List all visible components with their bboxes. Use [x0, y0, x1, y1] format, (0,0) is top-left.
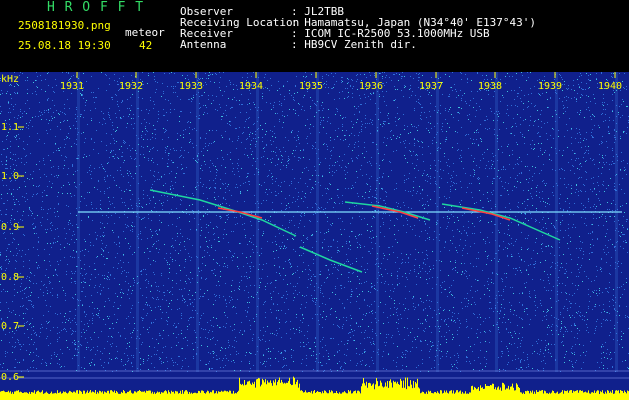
- minute-stripe-1932: [136, 72, 139, 372]
- minute-stripe-1936: [376, 72, 379, 372]
- minute-stripe-1935: [316, 72, 319, 372]
- meteor-label: meteor: [125, 26, 165, 39]
- app-logo: H R O F F T: [47, 0, 145, 15]
- minute-stripe-1940: [615, 72, 618, 372]
- y-tick-label: 1.0: [1, 171, 19, 182]
- x-tick-label: 1932: [119, 81, 143, 92]
- x-tick-label: 1931: [60, 81, 84, 92]
- header-panel: H R O F F T 2508181930.png 25.08.18 19:3…: [0, 0, 629, 72]
- x-tick-label: 1939: [538, 81, 562, 92]
- spectrogram: 1931 1932 1933 1934 1935 1936 1937 1938 1939 1940…: [0, 72, 629, 400]
- minute-stripe-1933: [196, 72, 199, 372]
- minute-stripe-1931: [77, 72, 80, 372]
- antenna-label: Antenna: [180, 38, 227, 51]
- minute-stripe-1939: [555, 72, 558, 372]
- y-tick-label: 0.8: [1, 272, 19, 283]
- datetime-label: 25.08.18 19:30: [18, 39, 111, 52]
- x-tick-label: 1940: [598, 81, 622, 92]
- x-tick-label: 1936: [359, 81, 383, 92]
- x-tick-label: 1938: [478, 81, 502, 92]
- antenna-value: : HB9CV Zenith dir.: [291, 38, 417, 51]
- x-tick-label: 1937: [419, 81, 443, 92]
- x-tick-label: 1933: [179, 81, 203, 92]
- minute-stripe-1934: [256, 72, 259, 372]
- y-tick-label: 0.6: [1, 372, 19, 383]
- meteor-count: 42: [139, 39, 153, 52]
- minute-stripe-1937: [436, 72, 439, 372]
- y-tick-label: 1.1: [1, 122, 19, 133]
- x-tick-label: 1934: [239, 81, 263, 92]
- minute-stripe-1938: [495, 72, 498, 372]
- y-tick-label: 0.9: [1, 222, 19, 233]
- y-unit-label: kHz: [1, 74, 19, 85]
- x-tick-label: 1935: [299, 81, 323, 92]
- y-tick-label: 0.7: [1, 321, 19, 332]
- filename-label: 2508181930.png: [18, 19, 111, 32]
